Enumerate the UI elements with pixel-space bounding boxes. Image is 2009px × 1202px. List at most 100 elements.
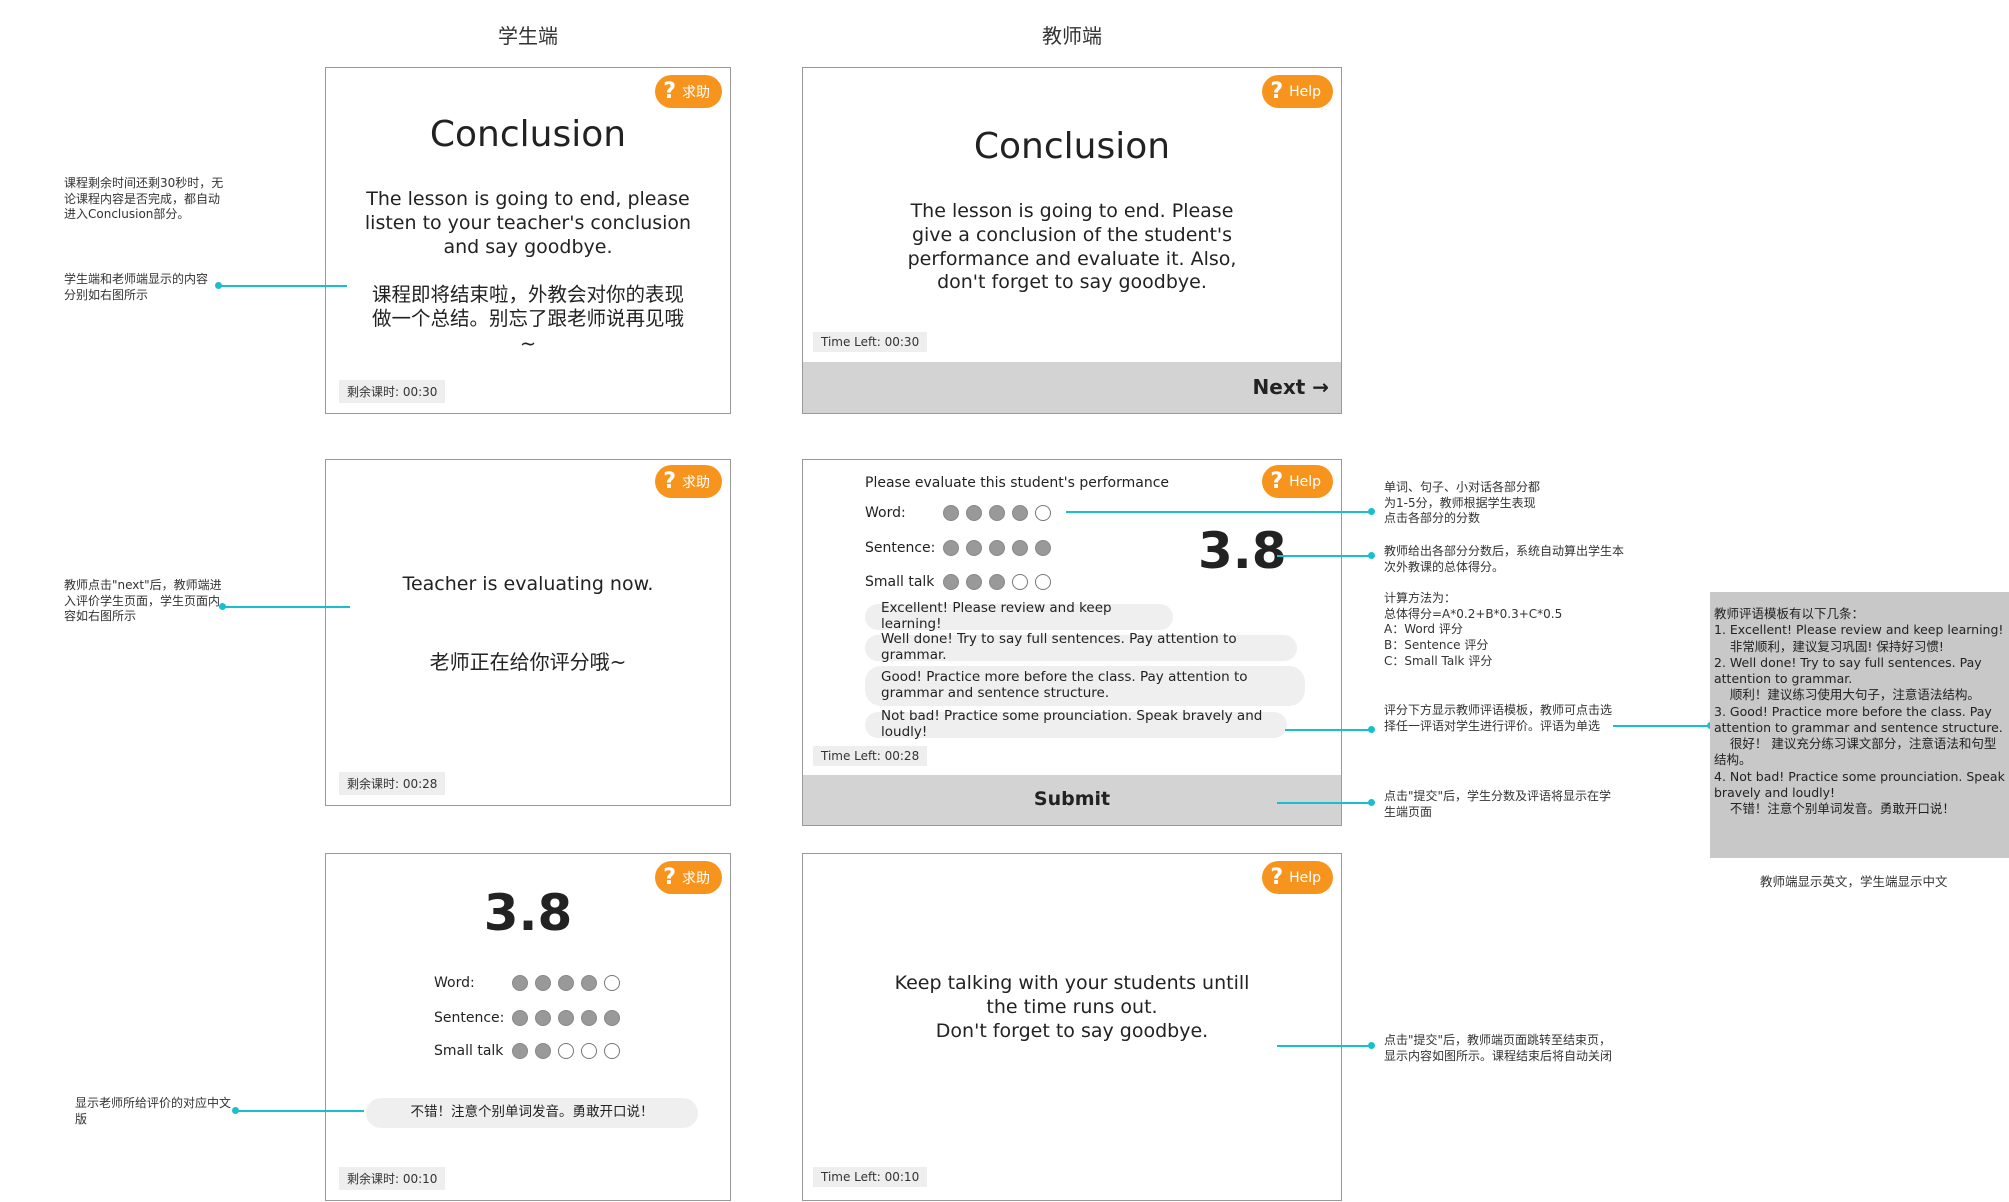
question-icon: ?: [663, 78, 676, 104]
note-auto-conclusion: 课程剩余时间还剩30秒时，无论课程内容是否完成，都自动进入Conclusion部…: [64, 176, 224, 222]
teacher-column-header: 教师端: [1042, 24, 1102, 48]
help-label: Help: [1289, 473, 1321, 490]
time-left: 剩余课时: 00:28: [339, 772, 446, 795]
student-column-header: 学生端: [498, 24, 558, 48]
rating-dot-filled[interactable]: [989, 505, 1005, 521]
smalltalk-label: Small talk: [865, 574, 935, 590]
template-line: 非常顺利，建议复习巩固! 保持好习惯!: [1714, 638, 1944, 654]
help-button[interactable]: ? 求助: [655, 465, 722, 498]
rating-dot-filled: [512, 1010, 528, 1026]
connector-line: [1066, 511, 1370, 513]
question-icon: ?: [1270, 468, 1284, 494]
end-message-line-3: Don't forget to say goodbye.: [935, 1019, 1209, 1042]
rating-dot-filled[interactable]: [1035, 540, 1051, 556]
rating-dot-empty[interactable]: [1035, 505, 1051, 521]
sentence-rating: [512, 1010, 620, 1026]
template-line: 3. Good! Practice more before the class.…: [1714, 703, 2003, 735]
total-score: 3.8: [483, 884, 573, 942]
template-line: 2. Well done! Try to say full sentences.…: [1714, 654, 1986, 686]
rating-dot-filled: [604, 1010, 620, 1026]
conclusion-text-cn: 课程即将结束啦，外教会对你的表现做一个总结。别忘了跟老师说再见哦~: [372, 283, 685, 355]
note-score-calc: 教师给出各部分分数后，系统自动算出学生本次外教课的总体得分。 计算方法为： 总体…: [1384, 544, 1624, 669]
rating-dot-filled: [512, 1043, 528, 1059]
rating-dot-filled[interactable]: [1012, 540, 1028, 556]
rating-dot-filled: [535, 1010, 551, 1026]
time-left: Time Left: 00:30: [813, 332, 928, 352]
help-label: Help: [1289, 869, 1321, 886]
submit-button[interactable]: Submit: [803, 788, 1341, 810]
template-line: 4. Not bad! Practice some prounciation. …: [1714, 768, 2009, 800]
note-submit-result: 点击"提交"后，学生分数及评语将显示在学生端页面: [1384, 789, 1612, 819]
template-line: 很好！ 建议充分练习课文部分，注意语法和句型结构。: [1714, 736, 1997, 768]
rating-dot-filled[interactable]: [943, 540, 959, 556]
rating-dot-filled: [558, 975, 574, 991]
teacher-conclusion-screen: ? Help Conclusion The lesson is going to…: [802, 67, 1342, 414]
smalltalk-label: Small talk: [434, 1043, 504, 1059]
time-left: 剩余课时: 00:30: [339, 380, 446, 403]
help-button[interactable]: ? 求助: [655, 75, 722, 108]
rating-dot-filled: [535, 975, 551, 991]
connector-line: [1277, 1045, 1370, 1047]
connector-line: [219, 285, 347, 287]
rating-dot-filled: [558, 1010, 574, 1026]
note-formula-a: A：Word 评分: [1384, 622, 1463, 637]
rating-dot-filled[interactable]: [943, 574, 959, 590]
sentence-rating[interactable]: [943, 540, 1051, 556]
rating-dot-filled[interactable]: [966, 505, 982, 521]
conclusion-title: Conclusion: [973, 126, 1171, 167]
help-label: Help: [1289, 83, 1321, 100]
student-evaluating-screen: ? 求助 Teacher is evaluating now. 老师正在给你评分…: [325, 459, 731, 806]
comment-option-4[interactable]: Not bad! Practice some prounciation. Spe…: [865, 709, 1287, 740]
rating-dot-filled[interactable]: [1012, 505, 1028, 521]
connector-line: [1613, 725, 1713, 727]
connector-line: [1277, 555, 1370, 557]
comment-template-list: 教师评语模板有以下几条： 1. Excellent! Please review…: [1710, 592, 2009, 858]
note-rating-range: 单词、句子、小对话各部分都为1-5分，教师根据学生表现点击各部分的分数: [1384, 480, 1541, 526]
word-rating[interactable]: [943, 505, 1051, 521]
comment-option-1[interactable]: Excellent! Please review and keep learni…: [865, 601, 1173, 632]
submit-bar[interactable]: Submit: [803, 775, 1341, 825]
student-conclusion-screen: ? 求助 Conclusion The lesson is going to e…: [325, 67, 731, 414]
sentence-label: Sentence:: [434, 1010, 505, 1026]
connector-line: [1277, 802, 1370, 804]
connector-dot: [1368, 1042, 1375, 1049]
end-message: Keep talking with your students untill t…: [803, 972, 1341, 1043]
connector-dot: [1368, 799, 1375, 806]
end-message-line-1: Keep talking with your students untill: [894, 972, 1250, 994]
help-button[interactable]: ? Help: [1262, 465, 1333, 498]
note-display-content: 学生端和老师端显示的内容分别如右图所示: [64, 272, 209, 302]
sentence-label: Sentence:: [865, 540, 936, 556]
teacher-evaluation-screen: ? Help Please evaluate this student's pe…: [802, 459, 1342, 826]
smalltalk-rating[interactable]: [943, 574, 1051, 590]
rating-dot-empty[interactable]: [1012, 574, 1028, 590]
smalltalk-rating: [512, 1043, 620, 1059]
help-button[interactable]: ? Help: [1262, 861, 1333, 894]
rating-dot-filled[interactable]: [989, 574, 1005, 590]
note-cn-comment: 显示老师所给评价的对应中文版: [75, 1096, 232, 1126]
rating-dot-filled: [581, 1010, 597, 1026]
rating-dot-empty: [604, 975, 620, 991]
template-line: 1. Excellent! Please review and keep lea…: [1714, 622, 2004, 638]
question-icon: ?: [1270, 78, 1284, 104]
template-line: 不错！注意个别单词发音。勇敢开口说！: [1714, 801, 1955, 816]
word-label: Word:: [865, 505, 906, 521]
rating-dot-filled[interactable]: [966, 540, 982, 556]
end-message-line-2: the time runs out.: [986, 995, 1158, 1018]
evaluating-text-cn: 老师正在给你评分哦~: [429, 650, 627, 674]
help-button[interactable]: ? Help: [1262, 75, 1333, 108]
next-button[interactable]: Next →: [1253, 375, 1329, 399]
word-label: Word:: [434, 975, 475, 991]
rating-dot-filled[interactable]: [943, 505, 959, 521]
comment-option-3[interactable]: Good! Practice more before the class. Pa…: [865, 666, 1305, 706]
rating-dot-filled: [535, 1043, 551, 1059]
next-bar[interactable]: Next →: [803, 362, 1341, 413]
rating-dot-filled[interactable]: [966, 574, 982, 590]
rating-dot-filled[interactable]: [989, 540, 1005, 556]
note-formula-title: 计算方法为：: [1384, 591, 1457, 606]
teacher-end-screen: ? Help Keep talking with your students u…: [802, 853, 1342, 1201]
connector-line: [1285, 729, 1370, 731]
side-caption: 教师端显示英文，学生端显示中文: [1760, 874, 1948, 889]
rating-dot-empty: [581, 1043, 597, 1059]
rating-dot-empty[interactable]: [1035, 574, 1051, 590]
comment-option-2[interactable]: Well done! Try to say full sentences. Pa…: [865, 632, 1297, 663]
